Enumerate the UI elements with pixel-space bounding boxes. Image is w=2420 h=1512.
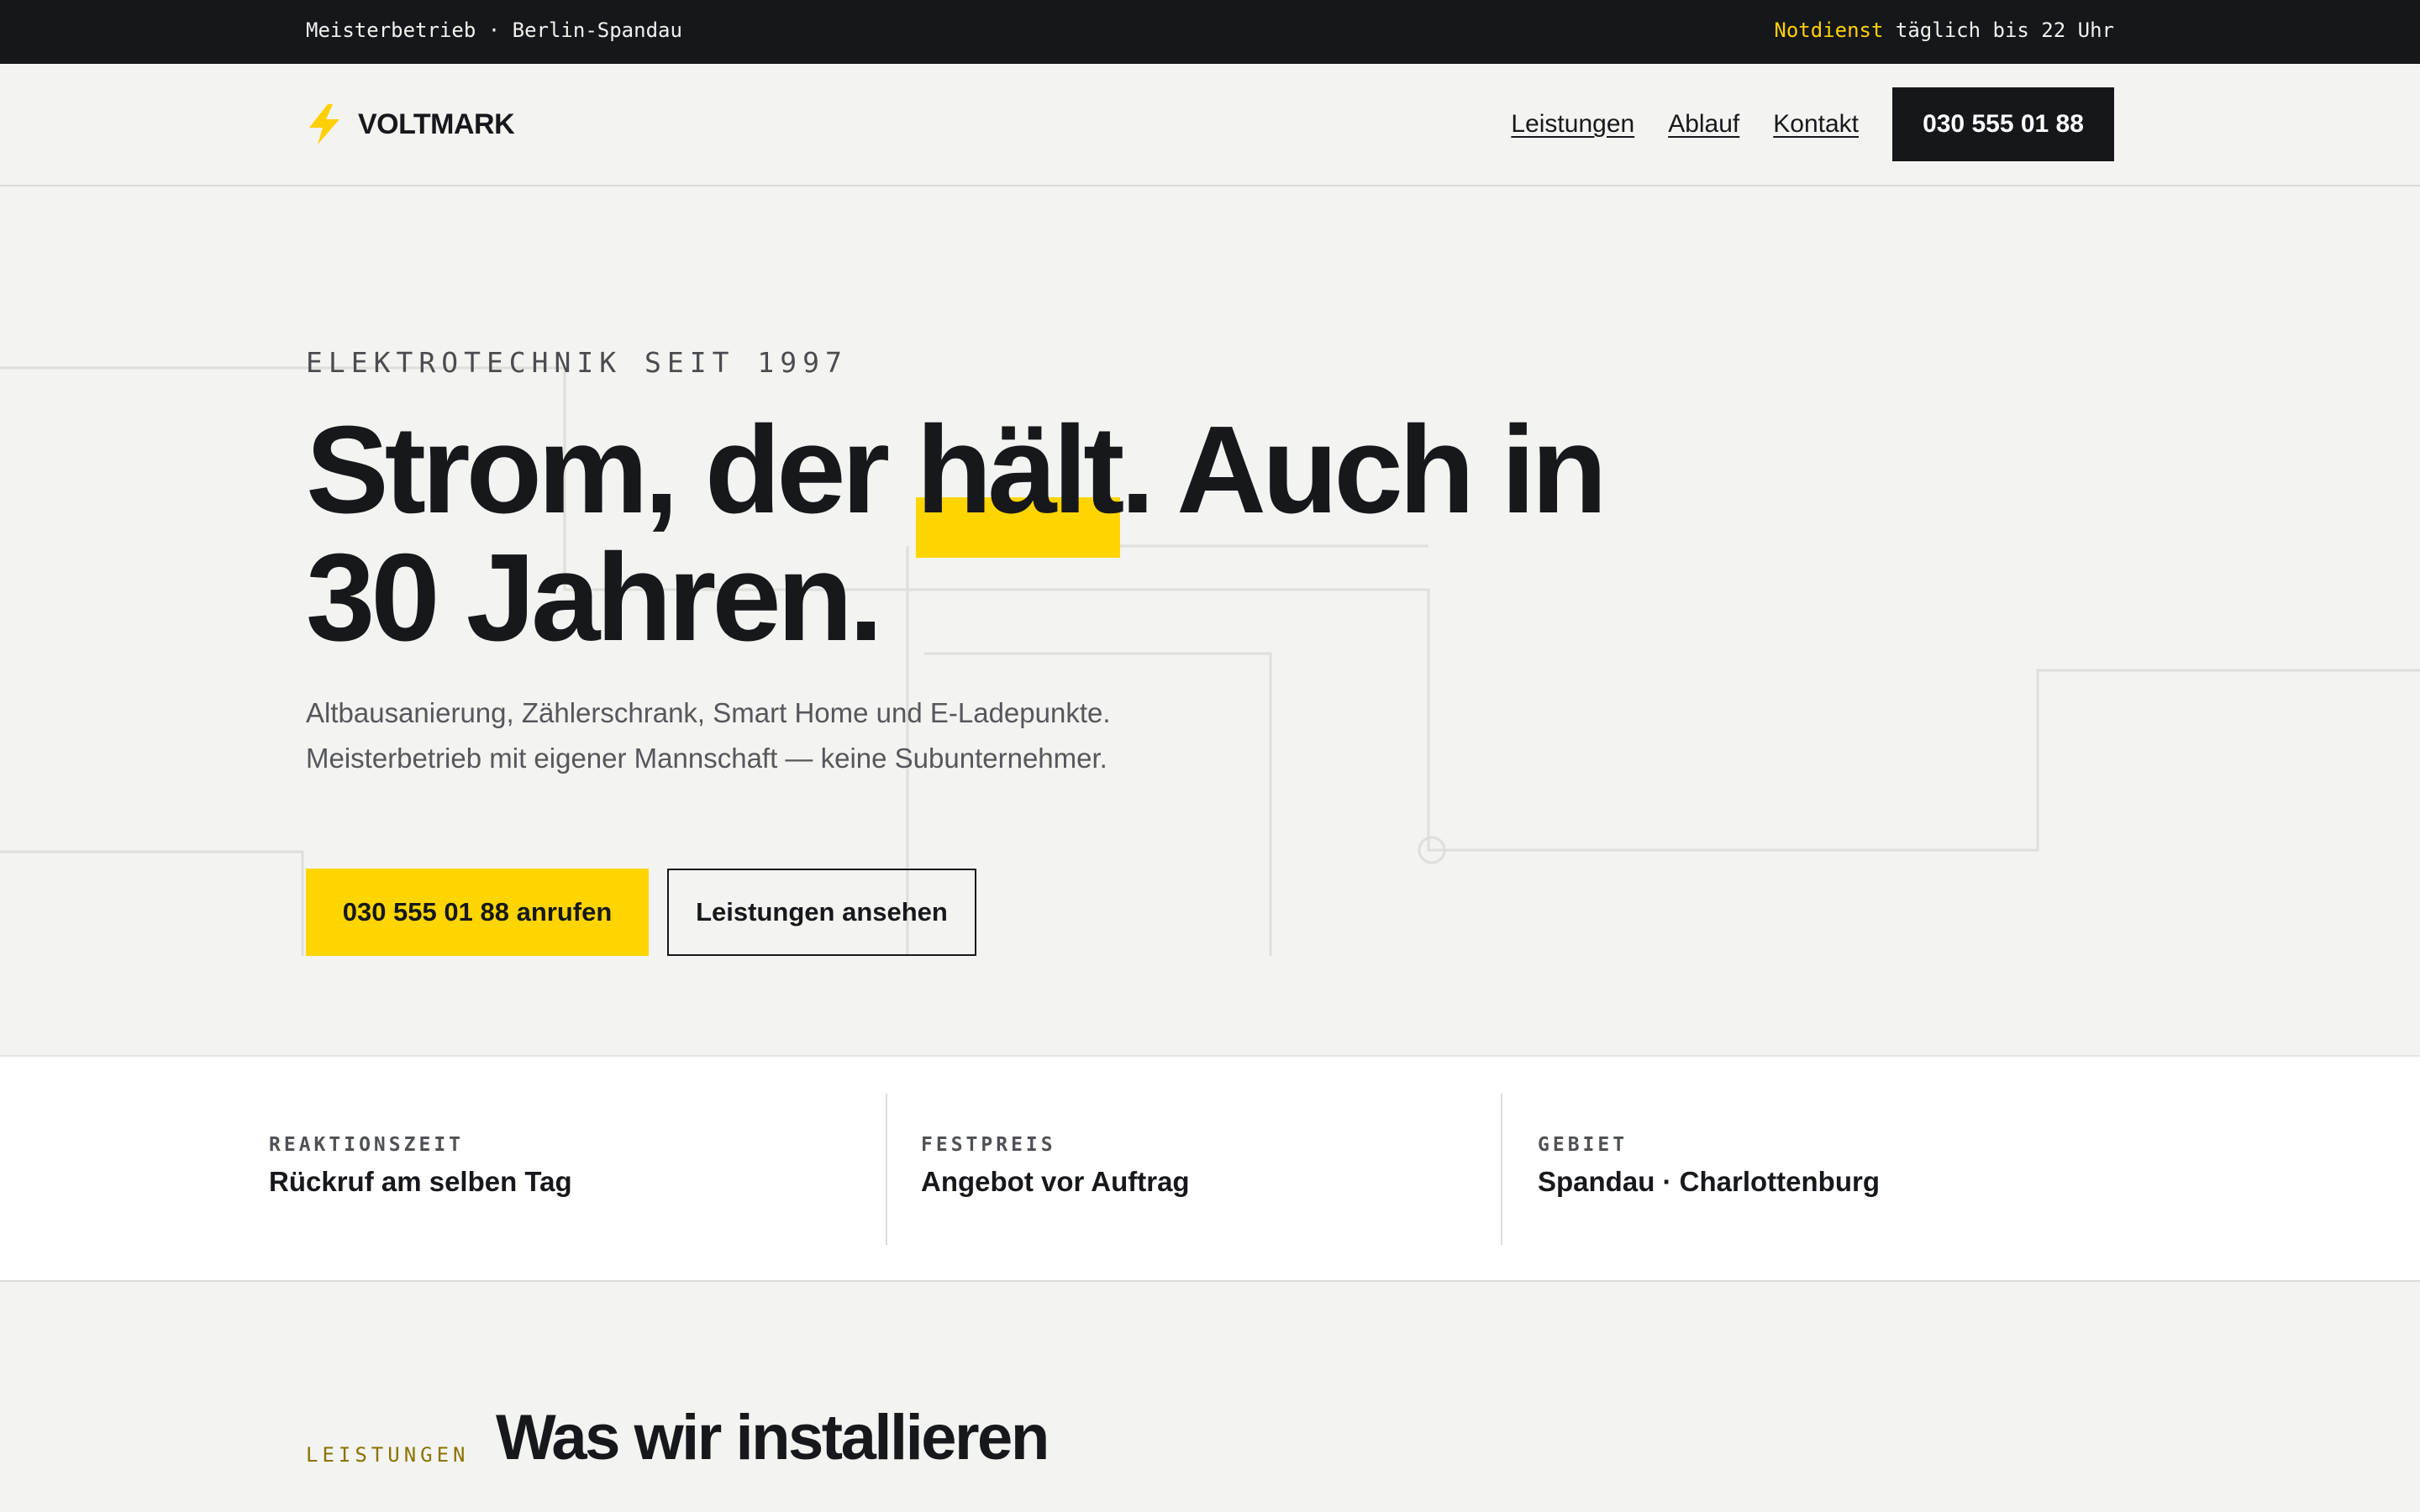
main-navigation: Leistungen Ablauf Kontakt 030 555 01 88	[1511, 87, 2114, 161]
call-now-button[interactable]: 030 555 01 88 anrufen	[306, 869, 649, 956]
feature-label: GEBIET	[1538, 1134, 1628, 1156]
hero-section: ELEKTROTECHNIK SEIT 1997 Strom, der hält…	[0, 186, 2420, 1055]
top-info-bar: Meisterbetrieb · Berlin-Spandau Notdiens…	[0, 0, 2420, 64]
services-kicker: LEISTUNGEN	[306, 1443, 470, 1467]
feature-label: FESTPREIS	[921, 1134, 1056, 1156]
nav-link-kontakt[interactable]: Kontakt	[1773, 110, 1859, 139]
feature-divider	[1501, 1094, 1502, 1245]
view-services-button[interactable]: Leistungen ansehen	[667, 869, 976, 956]
hero-headline: Strom, der hält. Auch in 30 Jahren.	[306, 407, 1617, 662]
headline-text-1: Strom, der	[306, 401, 917, 539]
emergency-hours: täglich bis 22 Uhr	[1883, 18, 2114, 42]
header-phone-button[interactable]: 030 555 01 88	[1892, 87, 2114, 161]
hero-eyebrow: ELEKTROTECHNIK SEIT 1997	[306, 346, 848, 379]
topbar-location-text: Meisterbetrieb · Berlin-Spandau	[306, 18, 682, 42]
hero-description: Altbausanierung, Zählerschrank, Smart Ho…	[306, 697, 1111, 774]
feature-label: REAKTIONSZEIT	[269, 1134, 465, 1156]
site-header: VOLTMARK Leistungen Ablauf Kontakt 030 5…	[0, 64, 2420, 186]
services-title: Was wir installieren	[496, 1402, 1050, 1473]
feature-value: Spandau · Charlottenburg	[1538, 1166, 1880, 1197]
headline-highlight: hält	[916, 401, 1124, 558]
logo-text: VOLTMARK	[358, 108, 515, 140]
features-strip: REAKTIONSZEIT Rückruf am selben Tag FEST…	[0, 1055, 2420, 1282]
feature-value: Rückruf am selben Tag	[269, 1166, 572, 1197]
logo[interactable]: VOLTMARK	[306, 104, 515, 144]
topbar-emergency-info: Notdienst täglich bis 22 Uhr	[1774, 18, 2114, 42]
emergency-label: Notdienst	[1774, 18, 1884, 42]
nav-link-ablauf[interactable]: Ablauf	[1668, 110, 1739, 139]
feature-value: Angebot vor Auftrag	[921, 1166, 1190, 1197]
feature-divider	[886, 1094, 887, 1245]
nav-link-leistungen[interactable]: Leistungen	[1511, 110, 1634, 139]
lightning-bolt-icon	[309, 104, 339, 144]
